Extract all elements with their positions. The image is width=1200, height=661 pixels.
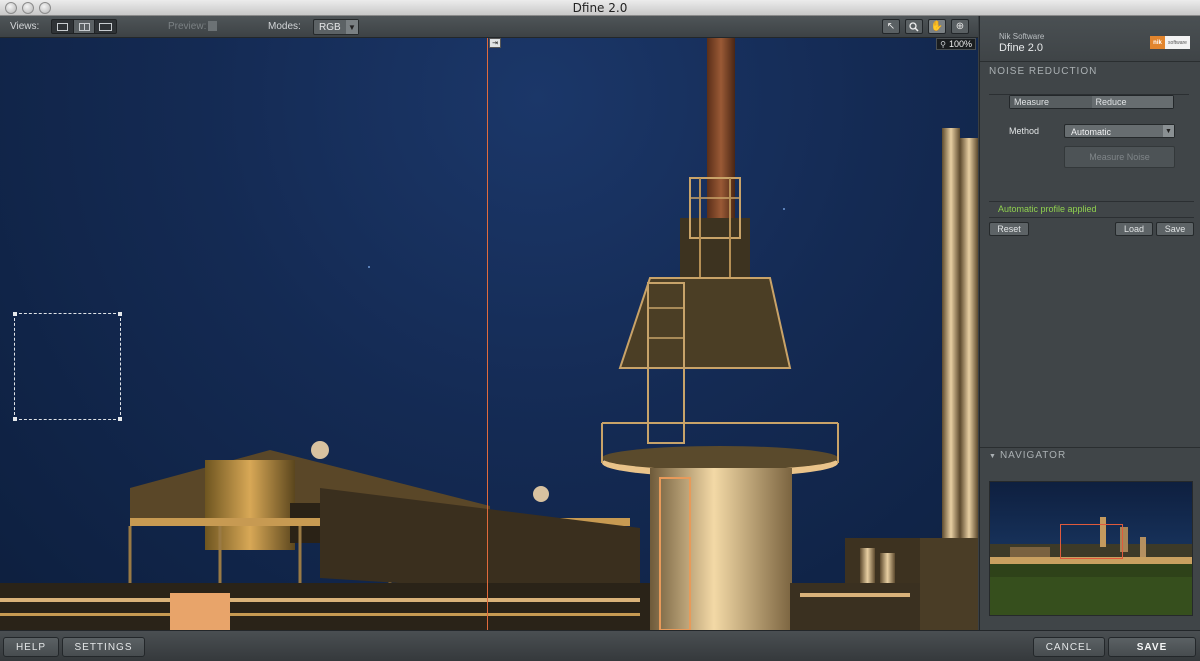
view-mode-group (51, 19, 117, 34)
measure-noise-button[interactable]: Measure Noise (1064, 146, 1175, 168)
split-view-icon (78, 22, 90, 31)
measure-reduce-tabs: Measure Reduce (989, 94, 1189, 109)
arrow-tool-button[interactable]: ↖ (882, 19, 900, 34)
mode-select-value: RGB (319, 22, 341, 33)
divider (989, 217, 1194, 218)
side-by-side-view-button[interactable] (95, 20, 116, 33)
navigator-thumbnail[interactable] (989, 481, 1193, 616)
arrow-tool-icon: ↖ (886, 21, 896, 32)
disclosure-triangle-icon: ▼ (989, 453, 997, 460)
mode-segment: Measure Reduce (1009, 95, 1174, 109)
brand-product: Dfine 2.0 (999, 42, 1044, 54)
hand-tool-icon: ✋ (930, 21, 944, 32)
bottom-bar: HELP SETTINGS CANCEL SAVE (0, 630, 1200, 661)
toolbar: Views: Preview: Modes: RGB ▼ ↖ ✋ ⊕ (0, 16, 978, 38)
preview-toggle-icon[interactable] (208, 21, 217, 31)
views-label: Views: (10, 21, 40, 32)
preview-label: Preview: (168, 21, 207, 32)
zoom-value: 100% (948, 39, 972, 49)
magnifier-icon: ⚲ (940, 39, 946, 49)
single-view-button[interactable] (52, 20, 74, 33)
profile-status: Automatic profile applied (998, 204, 1097, 214)
image-canvas[interactable]: ⇥ ⚲ 100% (0, 38, 978, 630)
dfine-window: Dfine 2.0 Views: Preview: Modes: RGB ▼ ↖… (0, 0, 1200, 661)
title-bar: Dfine 2.0 (0, 0, 1200, 16)
settings-button[interactable]: SETTINGS (62, 637, 145, 657)
single-view-icon (56, 22, 68, 31)
navigator-title: NAVIGATOR (999, 450, 1067, 461)
window-title: Dfine 2.0 (572, 1, 628, 15)
split-divider[interactable] (487, 38, 488, 630)
zoom-indicator: ⚲ 100% (936, 38, 976, 50)
save-settings-button[interactable]: Save (1156, 222, 1194, 236)
split-view-button[interactable] (73, 20, 96, 33)
brand-company: Nik Software (999, 32, 1045, 41)
method-select-value: Automatic (1071, 127, 1112, 137)
chevron-down-icon: ▼ (1163, 125, 1174, 137)
noise-reduction-header: NOISE REDUCTION (989, 66, 1098, 77)
method-select[interactable]: Automatic ▼ (1064, 124, 1175, 138)
reset-button[interactable]: Reset (989, 222, 1029, 236)
method-label: Method (1009, 126, 1040, 136)
pin-tool-button[interactable]: ⊕ (951, 19, 969, 34)
split-handle-icon[interactable]: ⇥ (489, 38, 501, 48)
selection-handle[interactable] (13, 417, 17, 421)
star-speck (368, 266, 370, 268)
zoom-tool-button[interactable] (905, 19, 923, 34)
side-by-side-view-icon (99, 22, 113, 31)
refinery-photo (0, 38, 978, 630)
cancel-button[interactable]: CANCEL (1033, 637, 1105, 657)
selection-handle[interactable] (118, 417, 122, 421)
hand-tool-button[interactable]: ✋ (928, 19, 946, 34)
load-button[interactable]: Load (1115, 222, 1153, 236)
navigator-header[interactable]: ▼ NAVIGATOR (980, 447, 1200, 463)
measure-selection-box[interactable] (13, 312, 122, 421)
save-button[interactable]: SAVE (1108, 637, 1196, 657)
navigator-viewport[interactable] (1060, 524, 1123, 559)
brand-header: Nik Software Dfine 2.0 nik software (980, 16, 1200, 62)
chevron-down-icon: ▼ (346, 20, 358, 34)
star-speck (783, 208, 785, 210)
tab-reduce[interactable]: Reduce (1091, 96, 1173, 108)
pin-tool-icon: ⊕ (955, 21, 965, 32)
mode-select[interactable]: RGB ▼ (313, 19, 359, 35)
selection-handle[interactable] (118, 312, 122, 316)
divider (989, 201, 1194, 202)
modes-label: Modes: (268, 21, 301, 32)
right-panel: Nik Software Dfine 2.0 nik software NOIS… (979, 16, 1200, 630)
zoom-tool-icon (909, 21, 919, 32)
help-button[interactable]: HELP (3, 637, 59, 657)
tab-measure[interactable]: Measure (1010, 96, 1092, 108)
nik-logo: nik software (1150, 36, 1190, 49)
selection-handle[interactable] (13, 312, 17, 316)
